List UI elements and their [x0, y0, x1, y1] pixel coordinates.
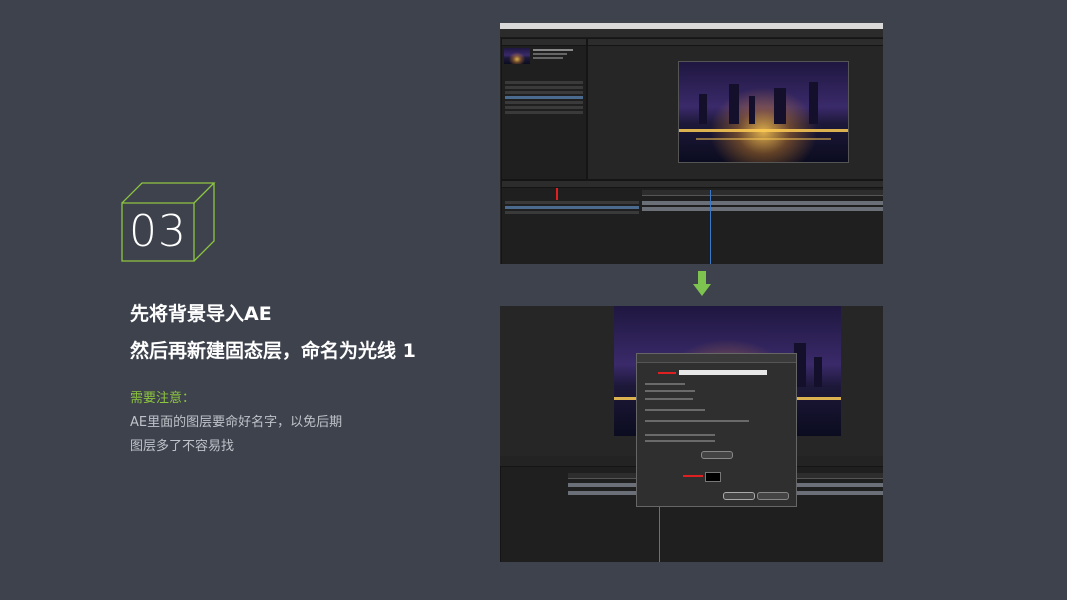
solid-color-swatch[interactable] [705, 472, 721, 482]
note-label: 需要注意： [130, 391, 196, 406]
screenshot-solid-settings [500, 306, 883, 562]
cancel-button[interactable] [757, 492, 789, 500]
annotation-arrow-icon [683, 475, 703, 477]
project-thumbnail [504, 48, 530, 64]
solid-settings-dialog [636, 353, 797, 507]
ae-project-panel [501, 38, 587, 180]
ok-button[interactable] [723, 492, 755, 500]
ae-composition-viewer [587, 38, 883, 180]
screenshot-import-background [500, 23, 883, 264]
instruction-title-line-2: 然后再新建固态层，命名为光线 1 [130, 340, 416, 362]
annotation-arrow-icon [658, 372, 676, 374]
step-number: 03 [129, 206, 187, 257]
make-comp-size-button[interactable] [701, 451, 733, 459]
annotation-arrow-icon [556, 188, 558, 200]
city-night-footage [678, 61, 849, 163]
note-line-1: AE里面的图层要命好名字，以免后期 [130, 415, 343, 430]
instruction-title-line-1: 先将背景导入AE [130, 303, 272, 325]
solid-name-field[interactable] [679, 370, 767, 375]
ae-toolbar [500, 29, 883, 44]
ae-timeline-panel [501, 180, 883, 264]
note-line-2: 图层多了不容易找 [130, 439, 235, 454]
down-arrow-icon [693, 271, 711, 296]
